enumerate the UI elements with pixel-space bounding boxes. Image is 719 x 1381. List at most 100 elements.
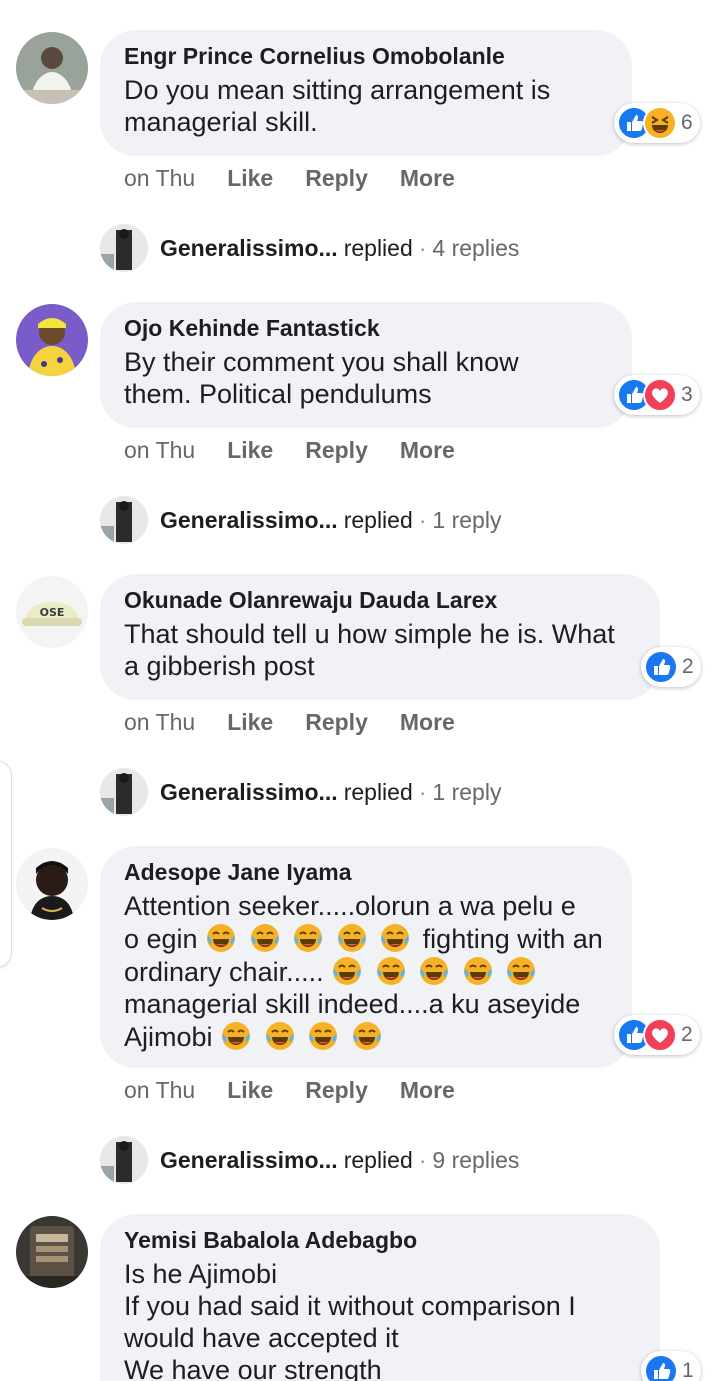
- reply-author: Generalissimo...: [160, 234, 338, 261]
- avatar[interactable]: [16, 304, 88, 376]
- comment-bubble: Adesope Jane Iyama Attention seeker.....…: [100, 846, 632, 1068]
- reply-button[interactable]: Reply: [305, 1077, 368, 1104]
- tears-of-joy-emoji: [336, 922, 368, 954]
- comment-text: Do you mean sitting arrangement is manag…: [124, 75, 551, 137]
- tears-of-joy-emoji: [379, 922, 411, 954]
- reply-avatar: [100, 768, 148, 816]
- reaction-count: 1: [682, 1359, 694, 1381]
- reply-verb: replied: [343, 1146, 413, 1173]
- comment-author[interactable]: Okunade Olanrewaju Dauda Larex: [124, 586, 636, 614]
- tears-of-joy-emoji: [331, 955, 363, 987]
- comment-timestamp[interactable]: on Thu: [124, 437, 195, 464]
- like-button[interactable]: Like: [227, 437, 273, 464]
- reply-count: 1 reply: [432, 778, 502, 805]
- tears-of-joy-emoji: [220, 1020, 252, 1052]
- like-button[interactable]: Like: [227, 165, 273, 192]
- reply-verb: replied: [343, 778, 413, 805]
- avatar[interactable]: [16, 32, 88, 104]
- comment-author[interactable]: Adesope Jane Iyama: [124, 858, 608, 886]
- tears-of-joy-emoji: [351, 1020, 383, 1052]
- like-icon: [644, 650, 678, 684]
- comment-bubble: Ojo Kehinde Fantastick By their comment …: [100, 302, 632, 428]
- reply-count: 9 replies: [432, 1146, 520, 1173]
- reaction-count: 2: [681, 1023, 693, 1046]
- reply-author: Generalissimo...: [160, 1146, 338, 1173]
- like-button[interactable]: Like: [227, 1077, 273, 1104]
- view-replies-row[interactable]: Generalissimo... replied · 1 reply: [100, 496, 501, 544]
- comment-actions: on Thu Like Reply More: [124, 1077, 455, 1104]
- comment-author[interactable]: Engr Prince Cornelius Omobolanle: [124, 42, 608, 70]
- comment-item: Engr Prince Cornelius Omobolanle Do you …: [0, 30, 719, 302]
- comment-timestamp[interactable]: on Thu: [124, 1077, 195, 1104]
- more-button[interactable]: More: [400, 165, 455, 192]
- comment-text: Attention seeker.....olorun a wa pelu eo…: [124, 891, 603, 1052]
- side-panel-edge[interactable]: [0, 760, 12, 968]
- tears-of-joy-emoji: [264, 1020, 296, 1052]
- reply-author: Generalissimo...: [160, 778, 338, 805]
- reactions-summary[interactable]: 2: [614, 1015, 700, 1055]
- reply-separator: ·: [418, 234, 427, 261]
- reply-button[interactable]: Reply: [305, 709, 368, 736]
- reaction-count: 3: [681, 383, 693, 406]
- tears-of-joy-emoji: [249, 922, 281, 954]
- comment-item: Ojo Kehinde Fantastick By their comment …: [0, 302, 719, 574]
- svg-text:OSE: OSE: [40, 606, 65, 619]
- tears-of-joy-emoji: [375, 955, 407, 987]
- comment-item: OSE Okunade Olanrewaju Dauda Larex That …: [0, 574, 719, 846]
- tears-of-joy-emoji: [505, 955, 537, 987]
- comment-text: That should tell u how simple he is. Wha…: [124, 619, 615, 681]
- reply-separator: ·: [418, 506, 427, 533]
- tears-of-joy-emoji: [307, 1020, 339, 1052]
- comment-timestamp[interactable]: on Thu: [124, 165, 195, 192]
- tears-of-joy-emoji: [462, 955, 494, 987]
- reply-count: 4 replies: [432, 234, 520, 261]
- reply-button[interactable]: Reply: [305, 437, 368, 464]
- view-replies-row[interactable]: Generalissimo... replied · 1 reply: [100, 768, 501, 816]
- reactions-summary[interactable]: 2: [641, 647, 701, 687]
- reply-verb: replied: [343, 506, 413, 533]
- like-button[interactable]: Like: [227, 709, 273, 736]
- tears-of-joy-emoji: [205, 922, 237, 954]
- avatar[interactable]: [16, 848, 88, 920]
- comment-text: By their comment you shall know them. Po…: [124, 347, 519, 409]
- love-icon: [643, 1018, 677, 1052]
- comment-actions: on Thu Like Reply More: [124, 165, 455, 192]
- reactions-summary[interactable]: 6: [614, 103, 700, 143]
- comment-actions: on Thu Like Reply More: [124, 709, 455, 736]
- reactions-summary[interactable]: 1: [641, 1351, 701, 1381]
- more-button[interactable]: More: [400, 437, 455, 464]
- comment-bubble: Okunade Olanrewaju Dauda Larex That shou…: [100, 574, 660, 700]
- reactions-summary[interactable]: 3: [614, 375, 700, 415]
- comment-item: Yemisi Babalola Adebagbo Is he Ajimobi I…: [0, 1214, 719, 1381]
- more-button[interactable]: More: [400, 1077, 455, 1104]
- reply-avatar: [100, 224, 148, 272]
- like-icon: [644, 1354, 678, 1381]
- tears-of-joy-emoji: [418, 955, 450, 987]
- comment-bubble: Yemisi Babalola Adebagbo Is he Ajimobi I…: [100, 1214, 660, 1381]
- comment-actions: on Thu Like Reply More: [124, 437, 455, 464]
- reply-button[interactable]: Reply: [305, 165, 368, 192]
- love-icon: [643, 378, 677, 412]
- reply-verb: replied: [343, 234, 413, 261]
- avatar[interactable]: OSE: [16, 576, 88, 648]
- comment-text: Is he Ajimobi If you had said it without…: [124, 1259, 576, 1381]
- reaction-count: 6: [681, 111, 693, 134]
- comment-author[interactable]: Yemisi Babalola Adebagbo: [124, 1226, 636, 1254]
- more-button[interactable]: More: [400, 709, 455, 736]
- comment-timestamp[interactable]: on Thu: [124, 709, 195, 736]
- comments-feed: Engr Prince Cornelius Omobolanle Do you …: [0, 0, 719, 1381]
- comment-author[interactable]: Ojo Kehinde Fantastick: [124, 314, 608, 342]
- reply-avatar: [100, 496, 148, 544]
- reply-separator: ·: [418, 1146, 427, 1173]
- comment-bubble: Engr Prince Cornelius Omobolanle Do you …: [100, 30, 632, 156]
- haha-icon: [643, 106, 677, 140]
- tears-of-joy-emoji: [292, 922, 324, 954]
- view-replies-row[interactable]: Generalissimo... replied · 4 replies: [100, 224, 519, 272]
- view-replies-row[interactable]: Generalissimo... replied · 9 replies: [100, 1136, 519, 1184]
- avatar[interactable]: [16, 1216, 88, 1288]
- reply-avatar: [100, 1136, 148, 1184]
- reply-count: 1 reply: [432, 506, 502, 533]
- reply-separator: ·: [418, 778, 427, 805]
- reply-author: Generalissimo...: [160, 506, 338, 533]
- comment-item: Adesope Jane Iyama Attention seeker.....…: [0, 846, 719, 1214]
